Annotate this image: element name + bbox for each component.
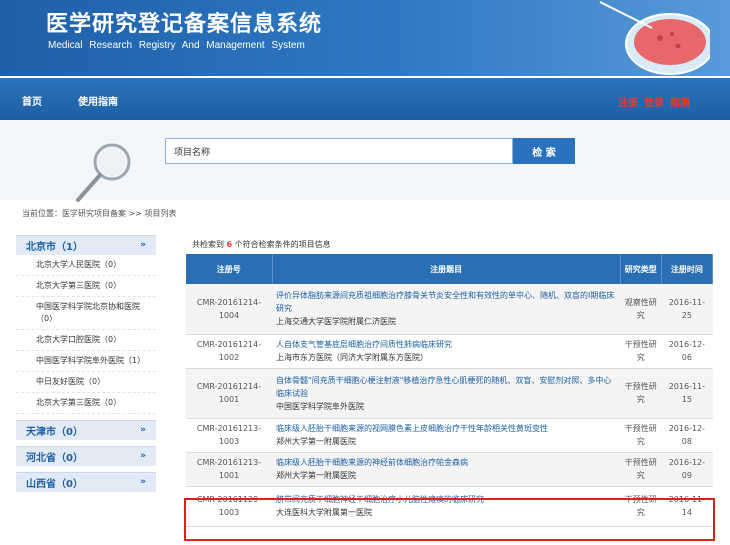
province-beijing[interactable]: 北京市（1） » [16, 235, 156, 255]
chevron-down-icon: » [140, 240, 146, 250]
reg-date: 2016-12-08 [661, 418, 713, 453]
study-type: 干预性研究 [620, 418, 662, 453]
province-shanxi[interactable]: 山西省（0） » [16, 472, 156, 492]
petri-dish-image [599, 1, 710, 75]
reg-number: CMR-20161214-1002 [186, 334, 273, 369]
col-header-type: 研究类型 [620, 254, 662, 284]
magnifier-icon [76, 143, 131, 202]
province-tianjin[interactable]: 天津市（0） » [16, 420, 156, 440]
results-summary: 共检索到 6 个符合检索条件的项目信息 [192, 239, 331, 250]
breadcrumb: 当前位置：医学研究项目备案 >> 项目列表 [22, 209, 177, 218]
chevron-down-icon: » [140, 477, 146, 487]
hospital-item[interactable]: 中国医学科学院北京协和医院（0） [16, 297, 156, 330]
reg-number: CMR-20161214-1001 [186, 368, 273, 419]
topic-cell: 脐带间充质干细胞神经干细胞治疗小儿脑性瘫痪的临床研究 大连医科大学附属第一医院 [272, 486, 621, 527]
reg-number: CMR-20161129-1003 [186, 486, 273, 527]
topic-cell: 临床级人胚胎干细胞来源的神经前体细胞治疗帕金森病 郑州大学第一附属医院 [272, 452, 621, 487]
reg-number: CMR-20161213-1003 [186, 418, 273, 453]
institution: 中国医学科学院阜外医院 [276, 401, 365, 411]
site-title: 医学研究登记备案信息系统 [46, 11, 323, 37]
hospital-item[interactable]: 北京大学口腔医院（0） [16, 330, 156, 351]
table-row: CMR-20161129-1003 脐带间充质干细胞神经干细胞治疗小儿脑性瘫痪的… [186, 486, 713, 527]
nav-guide[interactable]: 使用指南 [78, 93, 118, 108]
topic-cell: 自体骨髓"间充质干细胞心梗注射液"移植治疗急性心肌梗死的随机、双盲、安慰剂对照、… [272, 368, 621, 419]
table-row: CMR-20161213-1003 临床级人胚胎干细胞来源的视网膜色素上皮细胞治… [186, 418, 713, 453]
nav-register[interactable]: 注册 [618, 94, 638, 109]
site-subtitle: Medical Research Registry And Management… [48, 40, 305, 51]
study-type: 干预性研究 [620, 334, 662, 369]
project-title-link[interactable]: 脐带间充质干细胞神经干细胞治疗小儿脑性瘫痪的临床研究 [276, 493, 616, 506]
table-row: CMR-20161214-1004 评价异体脂肪来源间充质祖细胞治疗膝骨关节炎安… [186, 284, 713, 335]
hospital-item[interactable]: 北京大学人民医院（0） [16, 255, 156, 276]
reg-date: 2016-11-25 [661, 284, 713, 335]
province-label: 河北省（0） [26, 453, 83, 464]
institution: 郑州大学第一附属医院 [276, 437, 357, 446]
study-type: 干预性研究 [620, 452, 662, 487]
col-header-reg: 注册号 [186, 254, 273, 284]
province-label: 山西省（0） [26, 479, 83, 490]
province-hebei[interactable]: 河北省（0） » [16, 446, 156, 466]
institution: 上海市东方医院（同济大学附属东方医院） [276, 353, 429, 362]
nav-home[interactable]: 首页 [22, 93, 42, 108]
search-button[interactable]: 检 索 [513, 138, 575, 164]
project-title-link[interactable]: 自体骨髓"间充质干细胞心梗注射液"移植治疗急性心肌梗死的随机、双盲、安慰剂对照、… [276, 374, 616, 400]
study-type: 干预性研究 [620, 368, 662, 419]
project-title-link[interactable]: 人自体支气管基底层细胞治疗间质性肺病临床研究 [276, 338, 616, 351]
province-sidebar: 北京市（1） » 北京大学人民医院（0） 北京大学第三医院（0） 中国医学科学院… [16, 235, 156, 492]
col-header-date: 注册时间 [661, 254, 714, 284]
hospital-item[interactable]: 中日友好医院（0） [16, 372, 156, 393]
reg-date: 2016-11-15 [661, 368, 713, 419]
reg-number: CMR-20161214-1004 [186, 284, 273, 335]
province-label: 北京市（1） [26, 242, 83, 253]
summary-prefix: 共检索到 [192, 240, 224, 249]
province-label: 天津市（0） [26, 427, 83, 438]
header-banner: 医学研究登记备案信息系统 Medical Research Registry A… [0, 0, 730, 76]
search-input[interactable] [165, 138, 513, 164]
table-header-row: 注册号 注册题目 研究类型 注册时间 [186, 254, 714, 284]
topic-cell: 人自体支气管基底层细胞治疗间质性肺病临床研究 上海市东方医院（同济大学附属东方医… [272, 334, 621, 369]
project-title-link[interactable]: 临床级人胚胎干细胞来源的视网膜色素上皮细胞治疗干性年龄相关性黄斑变性 [276, 422, 616, 435]
study-type: 观察性研究 [620, 284, 662, 335]
results-table: 注册号 注册题目 研究类型 注册时间 CMR-20161214-1004 评价异… [186, 254, 714, 527]
institution: 大连医科大学附属第一医院 [276, 508, 373, 517]
hospital-item[interactable]: 北京大学第三医院（0） [16, 276, 156, 297]
project-title-link[interactable]: 临床级人胚胎干细胞来源的神经前体细胞治疗帕金森病 [276, 456, 616, 469]
reg-date: 2016-12-06 [661, 334, 713, 369]
reg-date: 2016-11-14 [661, 486, 713, 527]
institution: 郑州大学第一附属医院 [276, 471, 357, 480]
project-title-link[interactable]: 评价异体脂肪来源间充质祖细胞治疗膝骨关节炎安全性和有效性的单中心、随机、双盲的Ⅰ… [276, 289, 616, 315]
hospital-item[interactable]: 北京大学第三医院（0） [16, 393, 156, 414]
result-count: 6 [226, 240, 233, 249]
table-row: CMR-20161214-1001 自体骨髓"间充质干细胞心梗注射液"移植治疗急… [186, 368, 713, 419]
main-nav: 首页 使用指南 注册 登录 指南 [0, 78, 730, 120]
search-area: 检 索 [0, 120, 730, 202]
table-row: CMR-20161214-1002 人自体支气管基底层细胞治疗间质性肺病临床研究… [186, 334, 713, 369]
table-row: CMR-20161213-1001 临床级人胚胎干细胞来源的神经前体细胞治疗帕金… [186, 452, 713, 487]
nav-help[interactable]: 指南 [670, 94, 690, 109]
study-type: 干预性研究 [620, 486, 662, 527]
chevron-down-icon: » [140, 451, 146, 461]
topic-cell: 临床级人胚胎干细胞来源的视网膜色素上皮细胞治疗干性年龄相关性黄斑变性 郑州大学第… [272, 418, 621, 453]
hospital-item[interactable]: 中国医学科学院阜外医院（1） [16, 351, 156, 372]
topic-cell: 评价异体脂肪来源间充质祖细胞治疗膝骨关节炎安全性和有效性的单中心、随机、双盲的Ⅰ… [272, 284, 621, 335]
reg-date: 2016-12-09 [661, 452, 713, 487]
institution: 上海交通大学医学院附属仁济医院 [276, 317, 397, 327]
nav-login[interactable]: 登录 [644, 94, 664, 109]
chevron-down-icon: » [140, 425, 146, 435]
reg-number: CMR-20161213-1001 [186, 452, 273, 487]
col-header-topic: 注册题目 [272, 254, 621, 284]
summary-suffix: 个符合检索条件的项目信息 [234, 240, 331, 249]
